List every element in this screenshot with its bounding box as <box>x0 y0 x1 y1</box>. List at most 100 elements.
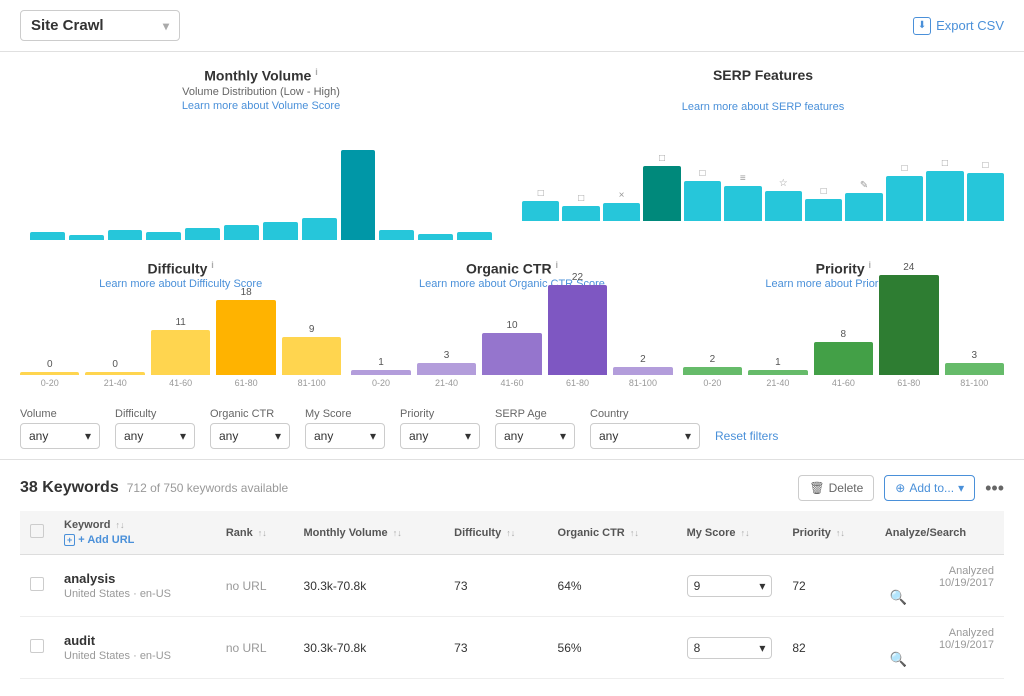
filters-section: Volume any ▾ Difficulty any ▾ Organic CT… <box>0 398 1024 460</box>
keyword-name: analysis <box>64 571 206 586</box>
monthly-volume-link[interactable]: Learn more about Volume Score <box>20 100 502 112</box>
priority-filter-select[interactable]: any ▾ <box>400 423 480 449</box>
organic-ctr-value: 64% <box>558 579 582 593</box>
my-score-value: 8 <box>694 641 701 655</box>
table-row: analysis United States · en-US no URL 30… <box>20 555 1004 617</box>
chart-bar: 1141-60 <box>151 317 210 388</box>
monthly-volume-bar <box>69 235 104 240</box>
my-score-filter-select[interactable]: any ▾ <box>305 423 385 449</box>
chart-bar: 281-100 <box>613 354 672 388</box>
export-csv-button[interactable]: ⬇ Export CSV <box>913 17 1004 35</box>
add-to-button[interactable]: ⊕ Add to... ▾ <box>884 475 975 501</box>
sort-icon[interactable]: ↑↓ <box>393 528 402 538</box>
organic-ctr-cell: 64% <box>548 555 677 617</box>
sort-icon[interactable]: ↑↓ <box>630 528 639 538</box>
priority-filter-label: Priority <box>400 408 480 420</box>
organic-ctr-filter-select[interactable]: any ▾ <box>210 423 290 449</box>
difficulty-filter-label: Difficulty <box>115 408 195 420</box>
chevron-down-icon: ▾ <box>180 429 186 443</box>
monthly-volume-bar <box>263 222 298 240</box>
sort-icon[interactable]: ↑↓ <box>836 528 845 538</box>
volume-filter-select[interactable]: any ▾ <box>20 423 100 449</box>
select-all-header <box>20 511 54 555</box>
keywords-available: 712 of 750 keywords available <box>127 481 288 495</box>
sort-icon[interactable]: ↑↓ <box>741 528 750 538</box>
my-score-select[interactable]: 8 ▾ <box>687 637 773 659</box>
monthly-volume-bar <box>30 232 65 240</box>
search-icon[interactable]: 🔍 <box>890 651 907 667</box>
plus-icon: ⊕ <box>895 481 905 495</box>
serp-features-link[interactable]: Learn more about SERP features <box>522 101 1004 113</box>
keywords-actions: 🗑 Delete ⊕ Add to... ▾ ••• <box>798 475 1004 501</box>
sort-icon[interactable]: ↑↓ <box>506 528 515 538</box>
priority-cell: 82 <box>782 617 874 679</box>
my-score-select[interactable]: 9 ▾ <box>687 575 773 597</box>
search-icon[interactable]: 🔍 <box>890 589 907 605</box>
chevron-down-icon: ▾ <box>275 429 281 443</box>
organic-ctr-link[interactable]: Learn more about Organic CTR Score <box>351 278 672 290</box>
difficulty-info-icon: i <box>211 260 214 270</box>
table-header: Keyword ↑↓ + + Add URL Rank ↑↓ Monthly V… <box>20 511 1004 555</box>
serp-age-filter-label: SERP Age <box>495 408 575 420</box>
country-filter-select[interactable]: any ▾ <box>590 423 700 449</box>
chart-bar: 321-40 <box>417 350 476 388</box>
monthly-volume-cell: 30.3k-70.8k <box>294 555 445 617</box>
analyzed-label: Analyzed <box>885 565 994 577</box>
keyword-locale: United States · en-US <box>64 588 206 600</box>
reset-filters-button[interactable]: Reset filters <box>715 429 778 443</box>
chevron-down-icon: ▾ <box>759 579 765 593</box>
priority-link[interactable]: Learn more about Priority Score <box>683 278 1004 290</box>
difficulty-bars: 00-20021-401141-601861-80981-100 <box>20 298 341 388</box>
chart-bar: 00-20 <box>20 359 79 388</box>
difficulty-filter-select[interactable]: any ▾ <box>115 423 195 449</box>
serp-bar: □ <box>886 163 923 221</box>
difficulty-title: Difficulty i <box>20 260 341 277</box>
serp-bar: □ <box>684 168 721 221</box>
country-filter: Country any ▾ <box>590 408 700 449</box>
serp-bar: ≡ <box>724 173 761 221</box>
chart-bar: 381-100 <box>945 350 1004 388</box>
more-options-button[interactable]: ••• <box>985 478 1004 499</box>
monthly-volume-bar <box>224 225 259 240</box>
organic-ctr-cell: 56% <box>548 617 677 679</box>
table-row: audit United States · en-US no URL 30.3k… <box>20 617 1004 679</box>
priority-info-icon: i <box>869 260 872 270</box>
serp-bar: □ <box>643 153 680 221</box>
chevron-down-icon: ▾ <box>759 641 765 655</box>
sort-icon[interactable]: ↑↓ <box>258 528 267 538</box>
difficulty-link[interactable]: Learn more about Difficulty Score <box>20 278 341 290</box>
keywords-header: 38 Keywords 712 of 750 keywords availabl… <box>20 475 1004 501</box>
monthly-volume-bar <box>379 230 414 240</box>
delete-button[interactable]: 🗑 Delete <box>798 475 874 501</box>
plus-icon: + <box>64 534 75 546</box>
site-crawl-label: Site Crawl <box>31 17 104 34</box>
priority-bars: 20-20121-40841-602461-80381-100 <box>683 298 1004 388</box>
volume-filter-label: Volume <box>20 408 100 420</box>
difficulty-filter: Difficulty any ▾ <box>115 408 195 449</box>
organic-ctr-value: 56% <box>558 641 582 655</box>
chevron-down-icon: ▾ <box>685 429 691 443</box>
serp-bar: □ <box>562 193 599 221</box>
keywords-count: 38 Keywords <box>20 479 119 497</box>
site-crawl-dropdown[interactable]: Site Crawl ▾ <box>20 10 180 41</box>
info-icon: i <box>315 67 318 77</box>
sort-icon[interactable]: ↑↓ <box>116 520 125 530</box>
analyzed-info: Analyzed 10/19/2017 <box>885 627 994 651</box>
analyzed-date-value: 10/19/2017 <box>885 577 994 589</box>
serp-age-filter-select[interactable]: any ▾ <box>495 423 575 449</box>
row-checkbox[interactable] <box>30 639 44 653</box>
serp-bar: ☆ <box>765 178 802 221</box>
row-checkbox[interactable] <box>30 577 44 591</box>
export-csv-label: Export CSV <box>936 18 1004 33</box>
priority-value: 72 <box>792 579 805 593</box>
analyzed-info: Analyzed 10/19/2017 <box>885 565 994 589</box>
add-url-button[interactable]: + + Add URL <box>64 534 206 546</box>
select-all-checkbox[interactable] <box>30 524 44 538</box>
charts-row1: Monthly Volume i Volume Distribution (Lo… <box>0 52 1024 250</box>
chevron-down-icon: ▾ <box>465 429 471 443</box>
organic-ctr-chart: Organic CTR i Learn more about Organic C… <box>351 260 672 389</box>
analyze-search-column-header: Analyze/Search <box>875 511 1004 555</box>
monthly-volume-value: 30.3k-70.8k <box>304 579 367 593</box>
chart-bar: 20-20 <box>683 354 742 388</box>
chart-bar: 2461-80 <box>879 262 938 388</box>
